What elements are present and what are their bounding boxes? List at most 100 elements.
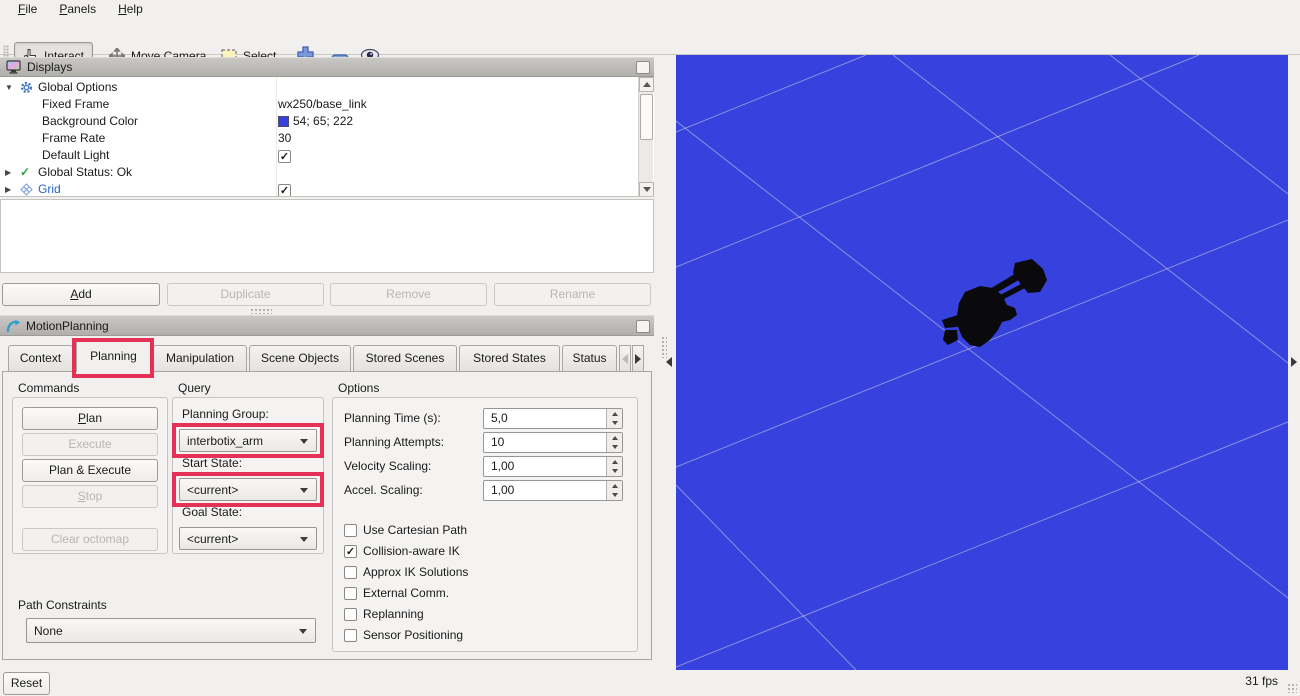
use-cartesian-path-checkbox[interactable]: Use Cartesian Path <box>344 522 467 538</box>
tree-row-global-options[interactable]: ▼ Global Options <box>0 79 637 96</box>
scroll-down-button[interactable] <box>639 182 654 197</box>
tab-status[interactable]: Status <box>562 345 617 372</box>
tree-row-label: Background Color <box>42 113 138 130</box>
displays-scrollbar[interactable] <box>638 77 653 197</box>
tree-row-background-color[interactable]: Background Color 54; 65; 222 <box>0 113 637 130</box>
expander-icon[interactable]: ▶ <box>5 164 11 181</box>
planning-group-label: Planning Group: <box>182 407 269 421</box>
menu-item-help[interactable]: Help <box>108 1 153 18</box>
right-splitter-handle[interactable] <box>1291 357 1297 367</box>
robot-arm-silhouette <box>942 259 1047 347</box>
fixed-frame-value[interactable]: wx250/base_link <box>278 96 367 113</box>
expander-icon[interactable]: ▼ <box>5 79 13 96</box>
checkbox-box[interactable]: ✓ <box>344 545 357 558</box>
3d-viewport[interactable] <box>676 55 1288 670</box>
toolbar: Interact Move Camera Select <box>0 19 1300 55</box>
background-color-value[interactable]: 54; 65; 222 <box>278 113 353 130</box>
planning-time-label: Planning Time (s): <box>344 411 441 425</box>
motionplanning-panel-float-button[interactable] <box>636 320 650 333</box>
plan-button[interactable]: Plan <box>22 407 158 430</box>
checkbox-label: Replanning <box>363 607 424 621</box>
expander-icon[interactable]: ▶ <box>5 181 11 197</box>
clear-octomap-button[interactable]: Clear octomap <box>22 528 158 551</box>
execute-button[interactable]: Execute <box>22 433 158 456</box>
reset-button[interactable]: Reset <box>3 672 50 695</box>
rename-display-button[interactable]: Rename <box>494 283 651 306</box>
scrollbar-thumb[interactable] <box>640 94 653 140</box>
approx-ik-solutions-checkbox[interactable]: Approx IK Solutions <box>344 564 468 580</box>
accel-scaling-value: 1,00 <box>491 481 514 500</box>
sensor-positioning-checkbox[interactable]: Sensor Positioning <box>344 627 463 643</box>
menu-item-file[interactable]: File <box>8 1 47 18</box>
commands-heading: Commands <box>18 381 79 395</box>
planning-group-dropdown[interactable]: interbotix_arm <box>179 429 317 452</box>
view-splitter-dots[interactable] <box>661 336 667 358</box>
tab-context[interactable]: Context <box>8 345 73 372</box>
menu-bar: File Panels Help <box>0 0 1300 19</box>
checkbox-box[interactable] <box>344 608 357 621</box>
query-heading: Query <box>178 381 211 395</box>
tab-scroll-right-button[interactable] <box>632 345 644 372</box>
tab-planning[interactable]: Planning <box>76 340 151 372</box>
remove-display-button[interactable]: Remove <box>330 283 487 306</box>
planning-attempts-spinbox[interactable]: 10 <box>483 432 623 453</box>
default-light-checkbox[interactable]: ✓ <box>278 150 291 163</box>
collision-aware-ik-checkbox[interactable]: ✓ Collision-aware IK <box>344 543 460 559</box>
velocity-scaling-value: 1,00 <box>491 457 514 476</box>
tree-row-label: Global Options <box>38 79 117 96</box>
tab-stored-scenes[interactable]: Stored Scenes <box>353 345 457 372</box>
start-state-value: <current> <box>187 483 238 497</box>
tree-row-global-status[interactable]: ▶ ✓ Global Status: Ok <box>0 164 637 181</box>
path-constraints-dropdown[interactable]: None <box>26 618 316 643</box>
window-resize-grip[interactable] <box>1287 683 1297 693</box>
add-display-button[interactable]: Add <box>2 283 160 306</box>
replanning-checkbox[interactable]: Replanning <box>344 606 424 622</box>
displays-panel-header[interactable]: Displays <box>0 57 654 77</box>
displays-panel-float-button[interactable] <box>636 61 650 74</box>
planning-attempts-label: Planning Attempts: <box>344 435 444 449</box>
spinner-buttons[interactable] <box>606 433 622 452</box>
chevron-down-icon <box>300 488 308 493</box>
plan-and-execute-button[interactable]: Plan & Execute <box>22 459 158 482</box>
spinner-buttons[interactable] <box>606 481 622 500</box>
external-comm-checkbox[interactable]: External Comm. <box>344 585 449 601</box>
display-description-area <box>0 199 654 273</box>
start-state-dropdown[interactable]: <current> <box>179 478 317 501</box>
motionplanning-icon <box>6 319 20 333</box>
stop-button[interactable]: Stop <box>22 485 158 508</box>
displays-panel-title: Displays <box>27 60 72 74</box>
checkbox-box[interactable] <box>344 524 357 537</box>
tree-row-fixed-frame[interactable]: Fixed Frame wx250/base_link <box>0 96 637 113</box>
frame-rate-value[interactable]: 30 <box>278 130 291 147</box>
motionplanning-panel-header[interactable]: MotionPlanning <box>0 315 654 336</box>
checkbox-box[interactable] <box>344 566 357 579</box>
planning-time-spinbox[interactable]: 5,0 <box>483 408 623 429</box>
planning-attempts-value: 10 <box>491 433 504 452</box>
scroll-up-button[interactable] <box>639 77 654 92</box>
accel-scaling-spinbox[interactable]: 1,00 <box>483 480 623 501</box>
goal-state-dropdown[interactable]: <current> <box>179 527 317 550</box>
menu-item-panels[interactable]: Panels <box>49 1 106 18</box>
goal-state-label: Goal State: <box>182 505 242 519</box>
view-splitter-collapse-handle[interactable] <box>666 357 672 367</box>
tree-row-grid[interactable]: ▶ Grid ✓ <box>0 181 637 197</box>
spinner-buttons[interactable] <box>606 409 622 428</box>
tree-row-default-light[interactable]: Default Light ✓ <box>0 147 637 164</box>
checkbox-box[interactable] <box>344 587 357 600</box>
tree-row-frame-rate[interactable]: Frame Rate 30 <box>0 130 637 147</box>
panel-splitter-handle[interactable] <box>250 308 272 314</box>
tab-manipulation[interactable]: Manipulation <box>153 345 247 372</box>
tab-stored-states[interactable]: Stored States <box>459 345 560 372</box>
spinner-buttons[interactable] <box>606 457 622 476</box>
ground-grid-lines <box>676 55 1288 670</box>
checkbox-box[interactable] <box>344 629 357 642</box>
tab-scroll-left-button[interactable] <box>619 345 631 372</box>
gear-icon <box>20 81 33 94</box>
grid-checkbox[interactable]: ✓ <box>278 184 291 197</box>
velocity-scaling-spinbox[interactable]: 1,00 <box>483 456 623 477</box>
path-constraints-value: None <box>34 624 63 638</box>
duplicate-display-button[interactable]: Duplicate <box>167 283 324 306</box>
tab-scene-objects[interactable]: Scene Objects <box>249 345 351 372</box>
start-state-label: Start State: <box>182 456 242 470</box>
chevron-down-icon <box>300 439 308 444</box>
